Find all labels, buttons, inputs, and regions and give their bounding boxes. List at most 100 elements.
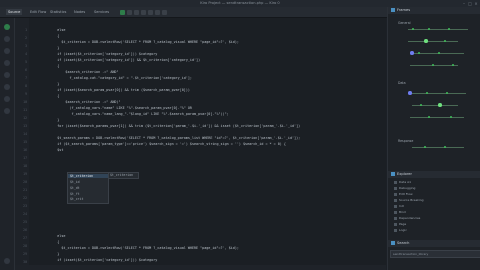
graph-node[interactable] [450, 116, 452, 118]
code-line: $t_criterion = DOB->selectRow('SELECT * … [45, 246, 239, 250]
refresh-icon[interactable] [141, 9, 146, 15]
autocomplete-item[interactable]: $t_id [70, 180, 80, 184]
graph-node[interactable] [438, 52, 440, 54]
graph-node[interactable] [452, 64, 454, 66]
frames-title: Frames [397, 8, 411, 12]
line-number: 14 [23, 132, 27, 136]
tab-nodes[interactable]: Nodes [74, 9, 85, 15]
autocomplete-item[interactable]: $t_ft [70, 192, 80, 196]
frames-icon [391, 8, 395, 12]
line-number: 10 [23, 100, 27, 104]
graph-node[interactable] [408, 91, 412, 95]
code-line: $search_criterion .=" AND(" [45, 100, 121, 104]
debug-icon[interactable] [4, 60, 10, 66]
section-data: Data [398, 81, 406, 85]
item-icon [394, 222, 397, 226]
explorer-item[interactable]: Data A1 [390, 180, 479, 185]
tab-statistics[interactable]: Statistics [50, 9, 66, 15]
graph-node[interactable] [424, 146, 426, 148]
bug-icon[interactable] [148, 9, 153, 15]
line-number: 15 [23, 140, 27, 144]
chart-icon[interactable] [4, 108, 10, 114]
item-icon [394, 228, 397, 232]
database-icon[interactable] [4, 84, 10, 90]
explorer-icon [391, 172, 395, 176]
line-number: 29 [23, 252, 27, 256]
account-icon[interactable] [4, 258, 10, 264]
explorer-item[interactable]: Bind [390, 210, 479, 215]
code-line: f_catalog_vars."name_lang_"."$lang_id" L… [45, 112, 229, 116]
autocomplete-item[interactable]: $t_criterion [68, 174, 108, 178]
explorer-item[interactable]: Source Breaking [390, 198, 479, 203]
autocomplete-item[interactable]: $t_dt [70, 186, 80, 190]
line-number: 16 [23, 148, 27, 152]
search-input[interactable]: sendtransaction_library [390, 250, 480, 258]
code-editor[interactable]: 1 2 3 4 5 6 7 8 9 10 11 12 13 14 15 16 1… [15, 18, 386, 270]
frames-panel-header[interactable]: Frames [388, 7, 480, 14]
graph-node[interactable] [444, 146, 446, 148]
close-icon[interactable]: × [474, 1, 478, 6]
code-line: { [45, 240, 60, 244]
settings-icon[interactable] [155, 9, 160, 15]
search-panel-header[interactable]: Search [388, 240, 480, 247]
graph-node[interactable] [426, 92, 428, 94]
maximize-icon[interactable]: □ [468, 1, 472, 6]
code-line: if (isset($t_criterion['category_id'])) … [45, 258, 158, 262]
graph-edge [410, 117, 464, 118]
graph-node[interactable] [446, 92, 448, 94]
run-icon[interactable] [120, 9, 125, 15]
graph-node[interactable] [412, 28, 414, 30]
layout-icon[interactable] [162, 9, 167, 15]
code-line: if (isset($t_criterion['category_id']) &… [45, 58, 201, 62]
graph-node[interactable] [424, 39, 428, 43]
explorer-item[interactable]: Page [390, 222, 479, 227]
line-number: 30 [23, 260, 27, 264]
autocomplete-doc: $t_criterion [108, 172, 139, 179]
explorer-item[interactable]: Edit Flow [390, 192, 479, 197]
section-response: Response [398, 139, 414, 143]
minimize-icon[interactable]: – [462, 1, 466, 6]
line-number: 2 [25, 36, 27, 40]
graph-node[interactable] [438, 103, 442, 107]
graph-node[interactable] [428, 116, 430, 118]
autocomplete-popup[interactable]: $t_criterion $t_id $t_dt $t_ft $t_crit [67, 172, 109, 204]
explorer-item[interactable]: Dependencies [390, 216, 479, 221]
graph-node[interactable] [418, 52, 420, 54]
explorer-item-label: Edit Flow [399, 192, 413, 196]
explorer-item[interactable]: Debugging [390, 186, 479, 191]
explorer-panel-header[interactable]: Explorer [388, 171, 480, 178]
graph-node[interactable] [410, 51, 414, 55]
explorer-item[interactable]: Init [390, 204, 479, 209]
search-icon[interactable] [4, 36, 10, 42]
git-icon[interactable] [4, 48, 10, 54]
autocomplete-item[interactable]: $t_crit [70, 197, 83, 201]
graph-node[interactable] [444, 40, 446, 42]
graph-edge [408, 41, 458, 42]
status-bar [15, 265, 386, 270]
line-number: 1 [25, 28, 27, 32]
line-number: 24 [23, 212, 27, 216]
line-number: 4 [25, 52, 27, 56]
code-line: for (isset($search_params_pvar[1]) && tr… [45, 124, 301, 128]
explorer-item[interactable]: Logic [390, 228, 479, 233]
graph-node[interactable] [420, 104, 422, 106]
graph-node[interactable] [432, 64, 434, 66]
tab-edit-flow[interactable]: Edit Flow [30, 9, 46, 15]
files-icon[interactable] [4, 24, 10, 30]
line-number: 6 [25, 68, 27, 72]
stop-icon[interactable] [134, 9, 139, 15]
extensions-icon[interactable] [4, 72, 10, 78]
step-icon[interactable] [127, 9, 132, 15]
line-number: 12 [23, 116, 27, 120]
tab-services[interactable]: Services [94, 9, 109, 15]
code-line: } [45, 118, 60, 122]
line-number: 26 [23, 228, 27, 232]
tab-source[interactable]: Source [6, 9, 23, 15]
line-number: 7 [25, 76, 27, 80]
graph-node[interactable] [448, 28, 450, 30]
terminal-icon[interactable] [4, 96, 10, 102]
line-number: 22 [23, 196, 27, 200]
graph-node[interactable] [428, 28, 430, 30]
search-panel-icon [391, 241, 395, 245]
code-line: { [45, 34, 60, 38]
